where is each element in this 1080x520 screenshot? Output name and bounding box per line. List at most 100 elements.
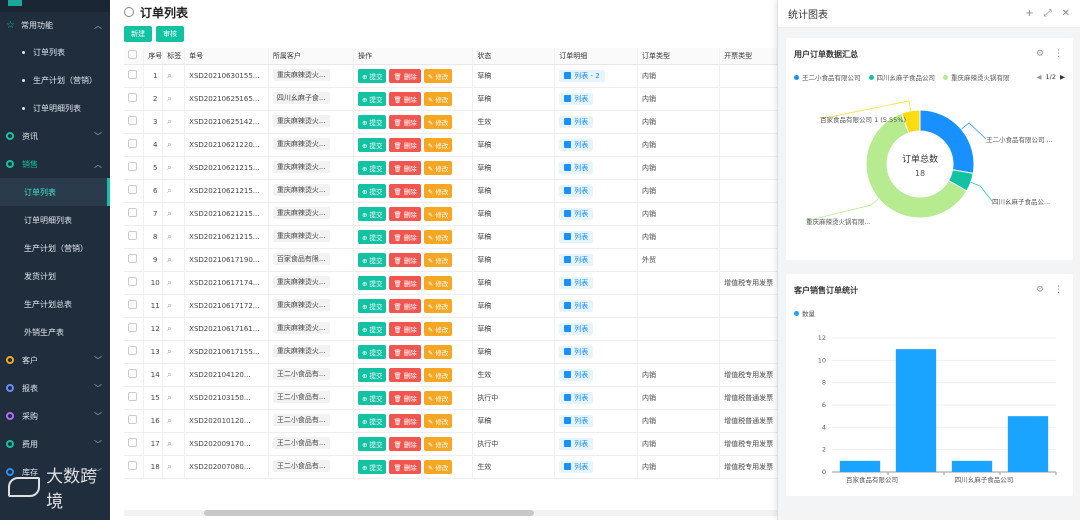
review-button[interactable]: 审核 (156, 26, 184, 42)
row-select-cell[interactable] (124, 133, 145, 157)
table-row[interactable]: 7 ⌕ XSD20210621215... 重庆麻辣烫火... ⊕ 提交 🗑 删除 ✎ 修改… (124, 202, 780, 226)
delete-button[interactable]: 🗑 删除 (389, 206, 421, 221)
delete-button[interactable]: 🗑 删除 (389, 413, 421, 428)
table-row[interactable]: 15 ⌕ XSD202103150... 王二小食品有... ⊕ 提交 🗑 删除 ✎ 修改执… (124, 386, 780, 410)
drag-handle-icon[interactable]: ⋮ (1054, 49, 1063, 59)
paperclip-icon[interactable]: ⌕ (167, 324, 171, 333)
row-select-cell[interactable] (124, 455, 145, 479)
row-checkbox[interactable] (128, 185, 137, 194)
detail-list-link[interactable]: 列表 (559, 368, 594, 381)
detail-list-link[interactable]: 列表 (559, 276, 594, 289)
delete-button[interactable]: 🗑 删除 (389, 344, 421, 359)
tag-cell[interactable]: ⌕ (162, 317, 186, 341)
row-checkbox[interactable] (128, 323, 137, 332)
sales-item-production-plan[interactable]: 生产计划（营销） (0, 234, 110, 262)
row-select-cell[interactable] (124, 409, 145, 433)
detail-list-link[interactable]: 列表 (559, 207, 594, 220)
nav-group-expense[interactable]: 费用 ﹀ (0, 430, 110, 458)
detail-list-link[interactable]: 列表 (559, 391, 594, 404)
submit-button[interactable]: ⊕ 提交 (357, 390, 387, 405)
edit-button[interactable]: ✎ 修改 (423, 436, 453, 451)
paperclip-icon[interactable]: ⌕ (167, 347, 171, 356)
paperclip-icon[interactable]: ⌕ (167, 232, 171, 241)
edit-button[interactable]: ✎ 修改 (423, 413, 453, 428)
submit-button[interactable]: ⊕ 提交 (357, 252, 387, 267)
table-row[interactable]: 4 ⌕ XSD20210621220... 重庆麻辣烫火... ⊕ 提交 🗑 删除 ✎ 修改… (124, 133, 780, 157)
order-number[interactable]: XSD202103150... (184, 386, 269, 410)
table-row[interactable]: 3 ⌕ XSD20210625142... 重庆麻辣烫火... ⊕ 提交 🗑 删除 ✎ 修改… (124, 110, 780, 134)
delete-button[interactable]: 🗑 删除 (389, 137, 421, 152)
table-row[interactable]: 1 ⌕ XSD20210630155... 重庆麻辣烫火... ⊕ 提交 🗑 删除 ✎ 修改… (124, 64, 780, 88)
delete-button[interactable]: 🗑 删除 (389, 321, 421, 336)
detail-list-link[interactable]: 列表 - 2 (559, 69, 605, 82)
table-row[interactable]: 11 ⌕ XSD20210617172... 重庆麻辣烫火... ⊕ 提交 🗑 删除 ✎ 修… (124, 294, 780, 318)
order-number[interactable]: XSD202010120... (184, 409, 269, 433)
detail-list-link[interactable]: 列表 (559, 345, 594, 358)
delete-button[interactable]: 🗑 删除 (389, 160, 421, 175)
row-checkbox[interactable] (128, 438, 137, 447)
paperclip-icon[interactable]: ⌕ (167, 117, 171, 126)
row-checkbox[interactable] (128, 369, 137, 378)
expand-icon[interactable]: ⤢ (1044, 8, 1052, 19)
edit-button[interactable]: ✎ 修改 (423, 137, 453, 152)
row-select-cell[interactable] (124, 64, 145, 88)
order-number[interactable]: XSD20210625165... (184, 87, 269, 111)
table-row[interactable]: 6 ⌕ XSD20210621215... 重庆麻辣烫火... ⊕ 提交 🗑 删除 ✎ 修改… (124, 179, 780, 203)
paperclip-icon[interactable]: ⌕ (167, 255, 171, 264)
delete-button[interactable]: 🗑 删除 (389, 68, 421, 83)
delete-button[interactable]: 🗑 删除 (389, 229, 421, 244)
detail-list-link[interactable]: 列表 (559, 299, 594, 312)
row-checkbox[interactable] (128, 70, 137, 79)
edit-button[interactable]: ✎ 修改 (423, 206, 453, 221)
edit-button[interactable]: ✎ 修改 (423, 321, 453, 336)
tag-cell[interactable]: ⌕ (162, 133, 186, 157)
column-header-actions[interactable]: 操作 (353, 48, 474, 65)
row-checkbox[interactable] (128, 139, 137, 148)
row-checkbox[interactable] (128, 461, 137, 470)
edit-button[interactable]: ✎ 修改 (423, 275, 453, 290)
table-row[interactable]: 18 ⌕ XSD202007080... 王二小食品有... ⊕ 提交 🗑 删除 ✎ 修改生… (124, 455, 780, 479)
order-number[interactable]: XSD202104120... (184, 363, 269, 387)
column-header-status[interactable]: 状态 (472, 48, 556, 65)
row-checkbox[interactable] (128, 162, 137, 171)
submit-button[interactable]: ⊕ 提交 (357, 459, 387, 474)
order-number[interactable]: XSD20210621215... (184, 202, 269, 226)
legend-item[interactable]: 数量 (794, 308, 815, 318)
refresh-icon[interactable] (124, 7, 134, 17)
edit-button[interactable]: ✎ 修改 (423, 91, 453, 106)
tag-cell[interactable]: ⌕ (162, 409, 186, 433)
paperclip-icon[interactable]: ⌕ (167, 393, 171, 402)
edit-button[interactable]: ✎ 修改 (423, 344, 453, 359)
row-select-cell[interactable] (124, 248, 145, 272)
edit-button[interactable]: ✎ 修改 (423, 252, 453, 267)
paperclip-icon[interactable]: ⌕ (167, 416, 171, 425)
legend-item[interactable]: 四川幺麻子食品公司 (868, 72, 935, 82)
order-number[interactable]: XSD20210625142... (184, 110, 269, 134)
row-checkbox[interactable] (128, 93, 137, 102)
tag-cell[interactable]: ⌕ (162, 225, 186, 249)
submit-button[interactable]: ⊕ 提交 (357, 321, 387, 336)
sales-item-export-production[interactable]: 外销生产表 (0, 318, 110, 346)
column-header-order[interactable]: 单号 (184, 48, 269, 65)
detail-list-link[interactable]: 列表 (559, 460, 594, 473)
submit-button[interactable]: ⊕ 提交 (357, 91, 387, 106)
paperclip-icon[interactable]: ⌕ (167, 462, 171, 471)
sales-item-order-detail[interactable]: 订单明细列表 (0, 206, 110, 234)
order-number[interactable]: XSD20210617190... (184, 248, 269, 272)
tag-cell[interactable]: ⌕ (162, 156, 186, 180)
row-select-cell[interactable] (124, 225, 145, 249)
row-checkbox[interactable] (128, 116, 137, 125)
add-icon[interactable]: + (1025, 8, 1033, 19)
table-row[interactable]: 17 ⌕ XSD202009170... 王二小食品有... ⊕ 提交 🗑 删除 ✎ 修改执… (124, 432, 780, 456)
paperclip-icon[interactable]: ⌕ (167, 209, 171, 218)
bar[interactable] (839, 460, 881, 472)
detail-list-link[interactable]: 列表 (559, 184, 594, 197)
new-button[interactable]: 新建 (124, 26, 152, 42)
drag-handle-icon[interactable]: ⋮ (1054, 285, 1063, 295)
tag-cell[interactable]: ⌕ (162, 87, 186, 111)
column-header-type[interactable]: 订单类型 (637, 48, 721, 65)
tag-cell[interactable]: ⌕ (162, 386, 186, 410)
submit-button[interactable]: ⊕ 提交 (357, 298, 387, 313)
delete-button[interactable]: 🗑 删除 (389, 114, 421, 129)
order-number[interactable]: XSD20210630155... (184, 64, 269, 88)
